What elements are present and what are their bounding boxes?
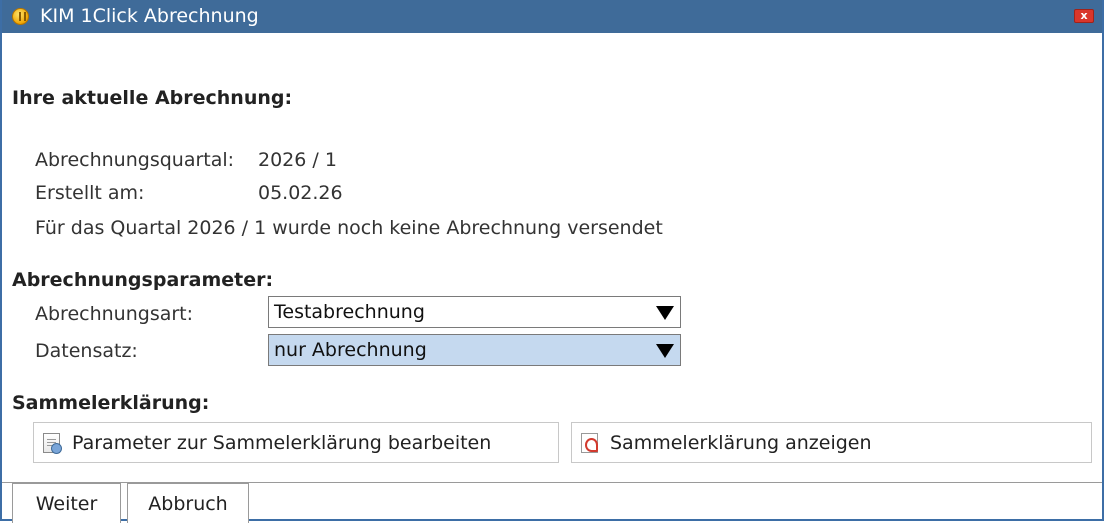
current-billing-heading: Ihre aktuelle Abrechnung: (12, 87, 293, 109)
billing-type-label: Abrechnungsart: (35, 303, 194, 325)
edit-declaration-parameters-button[interactable]: Parameter zur Sammelerklärung bearbeiten (33, 422, 559, 463)
next-button-label: Weiter (35, 493, 98, 515)
next-button[interactable]: Weiter (12, 483, 121, 523)
created-label: Erstellt am: (35, 182, 145, 204)
title-bar[interactable]: KIM 1Click Abrechnung x (2, 0, 1102, 33)
dataset-label: Datensatz: (35, 340, 138, 362)
close-button[interactable]: x (1074, 9, 1094, 23)
cancel-button-label: Abbruch (148, 493, 228, 515)
collective-declaration-heading: Sammelerklärung: (12, 392, 210, 414)
show-declaration-label: Sammelerklärung anzeigen (610, 432, 872, 454)
status-text: Für das Quartal 2026 / 1 wurde noch kein… (35, 217, 663, 239)
quarter-label: Abrechnungsquartal: (35, 149, 235, 171)
dataset-select[interactable]: nur Abrechnung (268, 334, 681, 366)
dropdown-arrow-icon[interactable] (656, 344, 674, 358)
created-value: 05.02.26 (258, 182, 343, 204)
billing-type-select[interactable]: Testabrechnung (268, 296, 681, 328)
window-title: KIM 1Click Abrechnung (40, 5, 259, 27)
document-edit-icon (43, 433, 62, 454)
billing-type-value: Testabrechnung (274, 301, 425, 323)
pdf-icon (581, 433, 598, 453)
edit-declaration-label: Parameter zur Sammelerklärung bearbeiten (72, 432, 492, 454)
parameters-heading: Abrechnungsparameter: (12, 269, 274, 291)
dialog-window: KIM 1Click Abrechnung x Ihre aktuelle Ab… (0, 0, 1104, 523)
show-declaration-button[interactable]: Sammelerklärung anzeigen (571, 422, 1092, 463)
dropdown-arrow-icon[interactable] (656, 306, 674, 320)
cancel-button[interactable]: Abbruch (127, 483, 249, 523)
quarter-value: 2026 / 1 (258, 149, 337, 171)
dataset-value: nur Abrechnung (274, 339, 427, 361)
coin-icon (12, 8, 29, 25)
